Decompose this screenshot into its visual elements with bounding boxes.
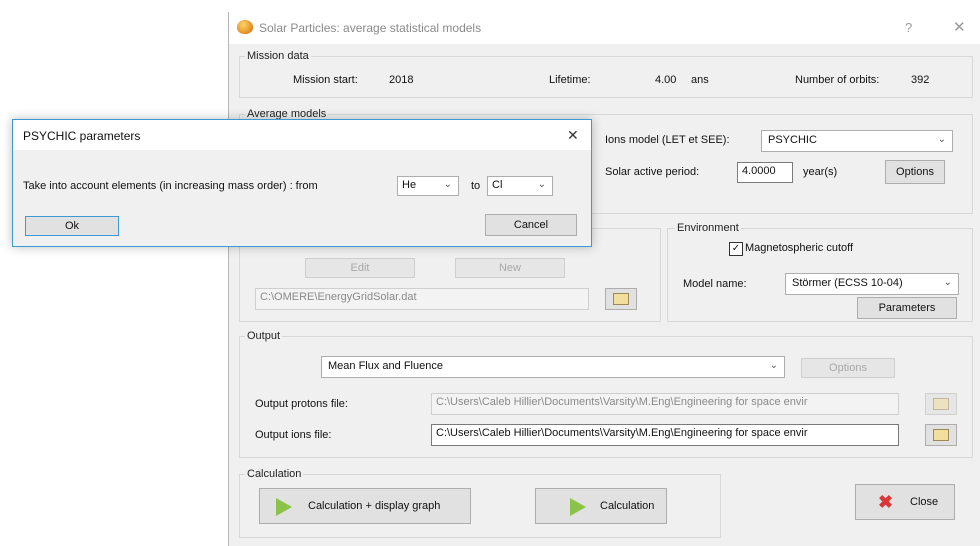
model-name-select[interactable]: Störmer (ECSS 10-04) ⌄ [785,273,959,295]
lifetime-unit: ans [691,74,709,86]
folder-icon [933,429,949,441]
dialog-title: PSYCHIC parameters [23,129,141,143]
cutoff-checkbox[interactable]: ✓ [729,242,743,256]
mission-start-label: Mission start: [293,74,358,86]
play-icon [570,498,586,516]
edit-button[interactable]: Edit [305,258,415,278]
lifetime-label: Lifetime: [549,74,591,86]
window-title: Solar Particles: average statistical mod… [259,21,482,35]
calc-button[interactable]: Calculation [535,488,667,524]
protons-file-label: Output protons file: [255,398,348,410]
chevron-down-icon: ⌄ [769,360,778,371]
window-close-button[interactable]: ✕ [953,18,966,36]
folder-icon [613,293,629,305]
chevron-down-icon: ⌄ [943,277,952,288]
protons-file-path[interactable]: C:\Users\Caleb Hillier\Documents\Varsity… [431,393,899,415]
solar-period-input[interactable]: 4.0000 [737,162,793,183]
from-element-value: He [402,179,417,191]
play-icon [276,498,292,516]
model-name-value: Störmer (ECSS 10-04) [792,277,903,289]
main-window: Solar Particles: average statistical mod… [228,12,980,546]
to-label: to [471,180,481,192]
solar-period-unit: year(s) [803,166,838,178]
solar-period-label: Solar active period: [605,166,700,178]
mission-data-label: Mission data [245,50,311,62]
mission-start-value: 2018 [389,74,414,86]
cutoff-label: Magnetospheric cutoff [745,242,854,254]
energy-browse-button[interactable] [605,288,637,310]
elements-prompt: Take into account elements (in increasin… [23,180,318,192]
close-label: Close [910,496,939,508]
chevron-down-icon: ⌄ [443,179,452,190]
environment-label: Environment [675,222,741,234]
protons-browse-button[interactable] [925,393,957,415]
dialog-close-icon[interactable]: ✕ [567,127,579,144]
energy-grid-path[interactable]: C:\OMERE\EnergyGridSolar.dat [255,288,589,310]
title-bar: Solar Particles: average statistical mod… [229,12,980,44]
calc-graph-button[interactable]: Calculation + display graph [259,488,471,524]
close-x-icon: ✖ [878,492,894,512]
ions-model-label: Ions model (LET et SEE): [605,134,730,146]
dialog-title-bar: PSYCHIC parameters ✕ [13,120,591,150]
calc-graph-label: Calculation + display graph [308,500,441,512]
parameters-button[interactable]: Parameters [857,297,957,319]
orbits-value: 392 [911,74,930,86]
chevron-down-icon: ⌄ [937,134,946,145]
psychic-parameters-dialog: PSYCHIC parameters ✕ Take into account e… [12,119,592,247]
app-icon [237,20,253,34]
ok-button[interactable]: Ok [25,216,119,236]
ions-model-select[interactable]: PSYCHIC ⌄ [761,130,953,152]
chevron-down-icon: ⌄ [537,179,546,190]
output-mode-value: Mean Flux and Fluence [328,360,443,372]
new-button[interactable]: New [455,258,565,278]
calculation-label: Calculation [245,468,304,480]
close-button[interactable]: ✖ Close [855,484,955,520]
ions-browse-button[interactable] [925,424,957,446]
output-label: Output [245,330,283,342]
average-options-button[interactable]: Options [885,160,945,184]
orbits-label: Number of orbits: [795,74,880,86]
lifetime-value: 4.00 [655,74,677,86]
cancel-button[interactable]: Cancel [485,214,577,236]
help-button[interactable]: ? [905,20,912,35]
ions-model-value: PSYCHIC [768,134,817,146]
output-mode-select[interactable]: Mean Flux and Fluence ⌄ [321,356,785,378]
output-options-button[interactable]: Options [801,358,895,378]
to-element-value: Cl [492,179,503,191]
ions-file-label: Output ions file: [255,429,332,441]
folder-icon [933,398,949,410]
to-element-select[interactable]: Cl ⌄ [487,176,553,196]
from-element-select[interactable]: He ⌄ [397,176,459,196]
model-name-label: Model name: [683,278,747,290]
calc-label: Calculation [600,500,655,512]
ions-file-path[interactable]: C:\Users\Caleb Hillier\Documents\Varsity… [431,424,899,446]
